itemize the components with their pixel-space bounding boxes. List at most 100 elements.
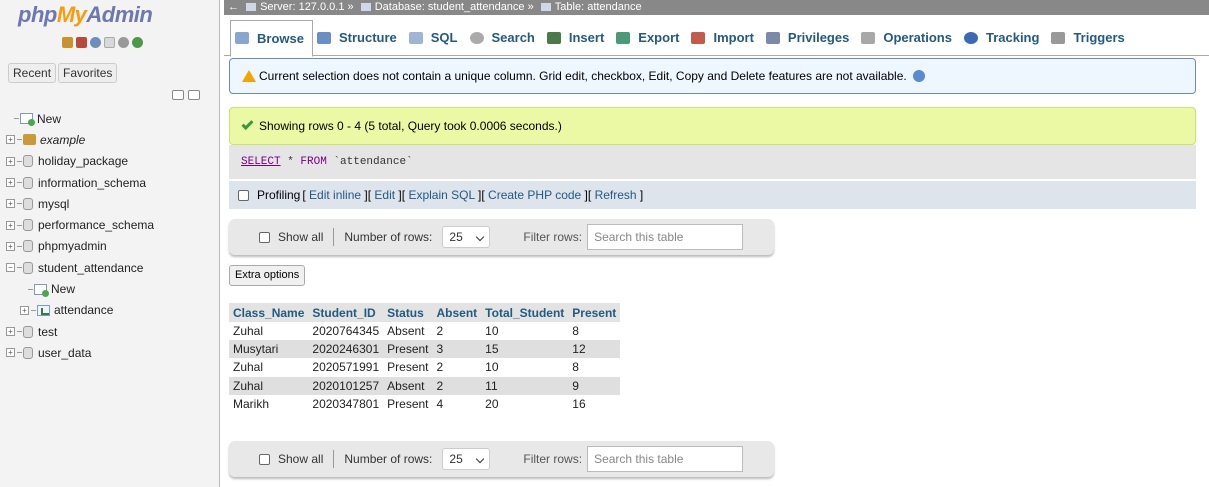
table-cell: 11 bbox=[481, 376, 569, 395]
logout-icon[interactable] bbox=[76, 37, 87, 48]
bracket: ] bbox=[395, 188, 402, 202]
collapse-icon[interactable]: − bbox=[6, 263, 15, 273]
sidebar-item-phpmyadmin[interactable]: + phpmyadmin bbox=[6, 236, 154, 257]
settings-icon[interactable] bbox=[118, 37, 129, 48]
table-row[interactable]: Zuhal 2020764345 Absent 2 10 8 bbox=[229, 322, 621, 341]
logo-my: My bbox=[56, 2, 87, 27]
tab-operations[interactable]: Operations bbox=[857, 20, 960, 56]
phpmyadmin-logo[interactable]: phpMyAdmin bbox=[18, 2, 153, 28]
profiling-link-explain-sql[interactable]: Explain SQL bbox=[408, 188, 474, 202]
table-cell: 3 bbox=[432, 340, 482, 359]
sidebar-item-holiday-package[interactable]: + holiday_package bbox=[6, 151, 154, 172]
show-all-checkbox[interactable] bbox=[259, 231, 270, 243]
profiling-link-edit[interactable]: Edit bbox=[374, 188, 395, 202]
number-of-rows-select[interactable]: 25 bbox=[442, 226, 491, 248]
tab-insert[interactable]: Insert bbox=[543, 20, 612, 56]
sidebar-item-new[interactable]: New bbox=[6, 278, 154, 299]
show-all-checkbox[interactable] bbox=[259, 453, 270, 465]
tab-sql[interactable]: SQL bbox=[405, 20, 466, 56]
tree-line bbox=[14, 118, 19, 120]
sidebar-item-user-data[interactable]: + user_data bbox=[6, 342, 154, 363]
tab-label: Export bbox=[638, 30, 680, 45]
profiling-links: [ Edit inline ][ Edit ][ Explain SQL ][ … bbox=[302, 188, 643, 202]
number-of-rows-select[interactable]: 25 bbox=[442, 448, 491, 470]
expand-icon[interactable]: + bbox=[20, 305, 29, 315]
expand-icon[interactable]: + bbox=[6, 178, 15, 188]
expand-icon[interactable]: + bbox=[6, 348, 15, 358]
reload-icon[interactable] bbox=[132, 37, 143, 48]
link-with-main-icon[interactable] bbox=[188, 90, 200, 100]
profiling-checkbox[interactable] bbox=[238, 189, 249, 201]
expand-icon[interactable]: + bbox=[6, 156, 15, 166]
sidebar-item-attendance[interactable]: + attendance bbox=[6, 300, 154, 321]
tree-line bbox=[17, 160, 22, 162]
column-header-class-name[interactable]: Class_Name bbox=[229, 303, 309, 322]
table-cell: 16 bbox=[568, 394, 621, 413]
tab-export[interactable]: Export bbox=[612, 20, 687, 56]
database-icon bbox=[23, 155, 33, 168]
sidebar-item-information-schema[interactable]: + information_schema bbox=[6, 172, 154, 193]
column-header-student-id[interactable]: Student_ID bbox=[308, 303, 384, 322]
tree-line bbox=[17, 352, 22, 354]
table-cell: Present bbox=[383, 394, 433, 413]
column-header-status[interactable]: Status bbox=[383, 303, 433, 322]
tab-label: Tracking bbox=[985, 30, 1040, 45]
tree-line bbox=[17, 139, 22, 141]
tab-search[interactable]: Search bbox=[466, 20, 543, 56]
expand-icon[interactable]: + bbox=[6, 135, 15, 145]
column-header-present[interactable]: Present bbox=[568, 303, 621, 322]
sidebar-item-performance-schema[interactable]: + performance_schema bbox=[6, 214, 154, 235]
package-icon bbox=[23, 134, 36, 146]
sidebar-item-test[interactable]: + test bbox=[6, 321, 154, 342]
tree-line bbox=[17, 267, 22, 269]
tab-triggers[interactable]: Triggers bbox=[1047, 20, 1132, 56]
table-row[interactable]: Marikh 2020347801 Present 4 20 16 bbox=[229, 394, 621, 413]
collapse-all-icon[interactable] bbox=[172, 90, 184, 100]
profiling-link-create-php-code[interactable]: Create PHP code bbox=[488, 188, 581, 202]
breadcrumb-server[interactable]: Server: 127.0.0.1 bbox=[260, 1, 344, 13]
extra-options-button[interactable]: Extra options bbox=[229, 265, 306, 286]
sidebar-item-label: mysql bbox=[38, 196, 70, 211]
table-row[interactable]: Musytari 2020246301 Present 3 15 12 bbox=[229, 340, 621, 359]
breadcrumb-back-icon[interactable]: ← bbox=[228, 1, 239, 13]
sidebar-item-mysql[interactable]: + mysql bbox=[6, 193, 154, 214]
tab-structure[interactable]: Structure bbox=[313, 20, 405, 56]
filter-rows-input[interactable]: Search this table bbox=[587, 224, 744, 250]
tab-browse[interactable]: Browse bbox=[230, 19, 313, 57]
column-header-absent[interactable]: Absent bbox=[432, 303, 482, 322]
documentation-icon[interactable] bbox=[104, 37, 115, 48]
favorites-tab[interactable]: Favorites bbox=[58, 63, 118, 83]
column-header-total-student[interactable]: Total_Student bbox=[481, 303, 569, 322]
expand-icon[interactable]: + bbox=[6, 327, 15, 337]
sidebar-item-student-attendance[interactable]: − student_attendance bbox=[6, 257, 154, 278]
expand-icon[interactable]: + bbox=[6, 199, 15, 209]
expand-icon[interactable]: + bbox=[6, 241, 15, 251]
notice-text: Current selection does not contain a uni… bbox=[259, 69, 907, 83]
help-icon[interactable] bbox=[90, 37, 101, 48]
tab-label: Insert bbox=[568, 30, 605, 45]
breadcrumb-database[interactable]: Database: student_attendance bbox=[375, 1, 525, 13]
sql-select-keyword[interactable]: SELECT bbox=[241, 156, 281, 168]
profiling-link-refresh[interactable]: Refresh bbox=[595, 188, 637, 202]
expand-icon[interactable]: + bbox=[6, 220, 15, 230]
table-row[interactable]: Zuhal 2020101257 Absent 2 11 9 bbox=[229, 376, 621, 395]
table-cell: 2020764345 bbox=[308, 322, 384, 341]
recent-tab[interactable]: Recent bbox=[8, 63, 57, 83]
privileges-icon bbox=[765, 31, 780, 44]
breadcrumb-table[interactable]: Table: attendance bbox=[555, 1, 642, 13]
tab-privileges[interactable]: Privileges bbox=[762, 20, 857, 56]
sidebar-item-example[interactable]: + example bbox=[6, 129, 154, 150]
table-icon bbox=[37, 304, 50, 316]
filter-rows-input[interactable]: Search this table bbox=[587, 446, 744, 472]
sidebar-item-new[interactable]: New bbox=[6, 108, 154, 129]
table-row[interactable]: Zuhal 2020571991 Present 2 10 8 bbox=[229, 358, 621, 377]
tab-tracking[interactable]: Tracking bbox=[960, 20, 1047, 56]
tab-import[interactable]: Import bbox=[687, 20, 761, 56]
profiling-link-edit-inline[interactable]: Edit inline bbox=[309, 188, 361, 202]
collapse-link-controls bbox=[172, 90, 200, 100]
table-cell: Present bbox=[383, 340, 433, 359]
home-icon[interactable] bbox=[62, 37, 73, 48]
table-cell: 4 bbox=[432, 394, 482, 413]
documentation-help-icon[interactable] bbox=[912, 70, 925, 82]
search-icon bbox=[469, 31, 484, 44]
